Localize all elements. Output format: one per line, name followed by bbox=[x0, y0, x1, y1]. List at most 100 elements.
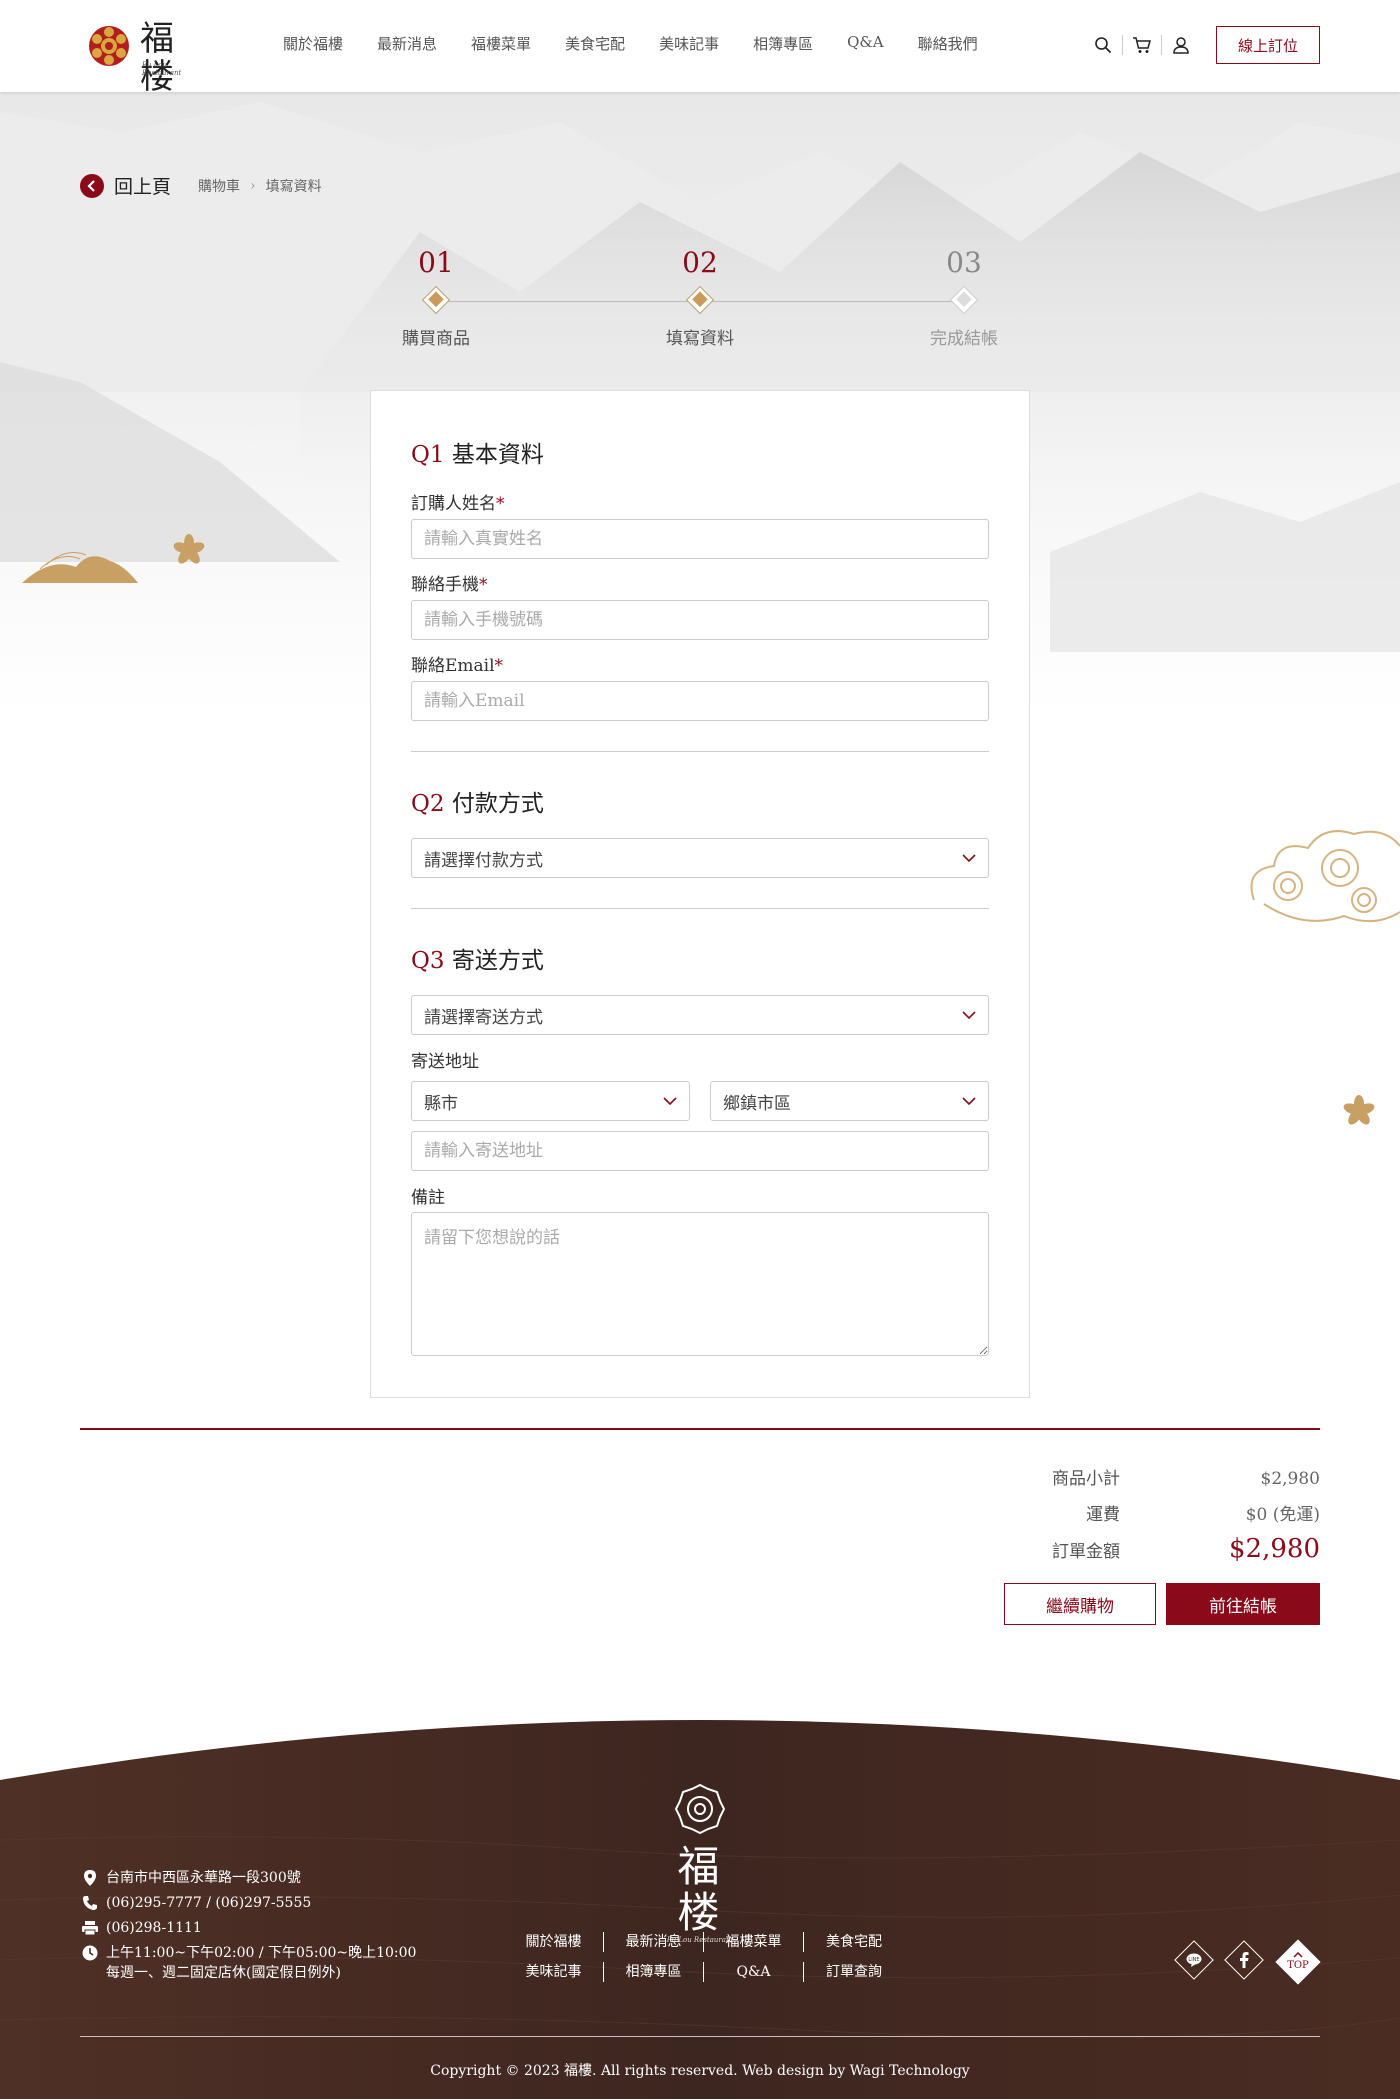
step-number: 02 bbox=[682, 246, 718, 279]
back-to-top-button[interactable]: TOP bbox=[1275, 1939, 1321, 1985]
subtotal-label: 商品小計 bbox=[1052, 1469, 1120, 1489]
line-icon[interactable]: LINE bbox=[1174, 1940, 1214, 1980]
name-label: 訂購人姓名* bbox=[411, 489, 505, 514]
nav-about[interactable]: 關於福樓 bbox=[283, 33, 343, 54]
flower-icon bbox=[1343, 1095, 1375, 1125]
required-mark: * bbox=[496, 494, 505, 514]
cart-icon[interactable] bbox=[1131, 34, 1153, 56]
header-divider bbox=[1122, 35, 1123, 55]
phone-icon bbox=[80, 1893, 100, 1913]
footer-links: 關於福樓 最新消息 福樓菜單 美食宅配 美味記事 相簿專區 Q&A 訂單查詢 bbox=[504, 1932, 904, 1992]
fax-icon bbox=[80, 1918, 100, 1938]
section-title-q1: Q1 基本資料 bbox=[411, 435, 544, 469]
phone-text[interactable]: (06)295-7777 / (06)297-5555 bbox=[106, 1893, 311, 1913]
logo-text: 福楼 bbox=[140, 19, 176, 97]
social-links: LINE bbox=[1174, 1940, 1276, 1980]
footer-link-about[interactable]: 關於福樓 bbox=[504, 1932, 604, 1952]
header-divider bbox=[1161, 35, 1162, 55]
fax-row: (06)298-1111 bbox=[80, 1918, 416, 1938]
email-label: 聯絡Email* bbox=[411, 651, 503, 676]
chevron-down-icon bbox=[962, 1011, 976, 1019]
district-select[interactable]: 鄉鎮市區 bbox=[710, 1081, 989, 1121]
fax-text: (06)298-1111 bbox=[106, 1920, 202, 1936]
note-label: 備註 bbox=[411, 1188, 445, 1208]
step-diamond-icon bbox=[421, 285, 451, 315]
step-label: 填寫資料 bbox=[666, 329, 734, 349]
breadcrumb-current: 填寫資料 bbox=[265, 179, 322, 195]
logo-subtitle: Fu Lou Restaurant bbox=[142, 61, 182, 77]
shipping-fee-value: $0 (免運) bbox=[1245, 1505, 1320, 1525]
back-to-top-label: TOP bbox=[1287, 1959, 1309, 1971]
total-row: 訂單金額 $2,980 bbox=[1000, 1534, 1320, 1564]
address-text: 台南市中西區永華路一段300號 bbox=[106, 1870, 301, 1886]
footer-link-news[interactable]: 最新消息 bbox=[604, 1932, 704, 1952]
required-mark: * bbox=[479, 575, 488, 595]
shipping-fee-row: 運費 $0 (免運) bbox=[1000, 1500, 1320, 1525]
name-input[interactable] bbox=[411, 519, 989, 559]
logo-emblem-icon bbox=[89, 26, 129, 66]
label-text: 聯絡手機 bbox=[411, 575, 479, 595]
main-nav: 關於福樓 最新消息 福樓菜單 美食宅配 美味記事 相簿專區 Q&A 聯絡我們 bbox=[266, 33, 995, 54]
section-title-text: 付款方式 bbox=[451, 791, 544, 817]
section-divider bbox=[411, 908, 989, 909]
section-prefix: Q3 bbox=[411, 948, 445, 974]
site-header: 福楼 Fu Lou Restaurant 關於福樓 最新消息 福樓菜單 美食宅配… bbox=[0, 0, 1400, 96]
phone-label: 聯絡手機* bbox=[411, 570, 488, 595]
nav-blog[interactable]: 美味記事 bbox=[659, 33, 719, 54]
city-select[interactable]: 縣市 bbox=[411, 1081, 690, 1121]
nav-delivery[interactable]: 美食宅配 bbox=[565, 33, 625, 54]
step-diamond-icon bbox=[949, 285, 979, 315]
gold-hill-ornament bbox=[22, 552, 138, 583]
online-booking-button[interactable]: 線上訂位 bbox=[1216, 26, 1320, 64]
copyright: Copyright © 2023 福樓. All rights reserved… bbox=[430, 2063, 970, 2079]
continue-shopping-button[interactable]: 繼續購物 bbox=[1004, 1583, 1156, 1625]
footer-emblem-icon bbox=[674, 1783, 726, 1835]
back-button[interactable]: 回上頁 bbox=[80, 172, 171, 199]
back-label: 回上頁 bbox=[114, 176, 172, 198]
footer-link-qa[interactable]: Q&A bbox=[704, 1962, 804, 1982]
logo[interactable]: 福楼 Fu Lou Restaurant bbox=[86, 20, 204, 96]
section-divider bbox=[411, 751, 989, 752]
step-1: 01 購買商品 bbox=[370, 245, 502, 349]
checkout-steps: 01 購買商品 02 填寫資料 03 完成結帳 bbox=[370, 245, 1030, 355]
section-title-q3: Q3 寄送方式 bbox=[411, 941, 544, 975]
chevron-down-icon bbox=[962, 854, 976, 862]
svg-text:LINE: LINE bbox=[1188, 1957, 1199, 1963]
chevron-down-icon bbox=[663, 1097, 677, 1105]
shipping-method-select[interactable]: 請選擇寄送方式 bbox=[411, 995, 989, 1035]
site-footer: 福楼 Fu Lou Restaurant 台南市中西區永華路一段300號 (06… bbox=[0, 1700, 1400, 2099]
footer-link-album[interactable]: 相簿專區 bbox=[604, 1962, 704, 1982]
select-value: 鄉鎮市區 bbox=[723, 1093, 791, 1114]
phone-input[interactable] bbox=[411, 600, 989, 640]
contact-info: 台南市中西區永華路一段300號 (06)295-7777 / (06)297-5… bbox=[80, 1868, 416, 1988]
section-title-q2: Q2 付款方式 bbox=[411, 784, 544, 818]
footer-link-order-query[interactable]: 訂單查詢 bbox=[804, 1962, 904, 1982]
note-textarea[interactable] bbox=[411, 1212, 989, 1356]
location-pin-icon bbox=[80, 1868, 100, 1888]
breadcrumb-cart[interactable]: 購物車 bbox=[198, 176, 240, 196]
nav-menu[interactable]: 福樓菜單 bbox=[471, 33, 531, 54]
step-number: 01 bbox=[418, 246, 454, 279]
summary-divider bbox=[80, 1428, 1320, 1430]
footer-logo[interactable]: 福楼 Fu Lou Restaurant bbox=[660, 1782, 740, 1944]
chevron-right-icon: › bbox=[250, 178, 256, 194]
nav-qa[interactable]: Q&A bbox=[847, 33, 883, 54]
email-input[interactable] bbox=[411, 681, 989, 721]
footer-link-menu[interactable]: 福樓菜單 bbox=[704, 1932, 804, 1952]
section-prefix: Q1 bbox=[411, 442, 445, 468]
footer-link-blog[interactable]: 美味記事 bbox=[504, 1962, 604, 1982]
nav-news[interactable]: 最新消息 bbox=[377, 33, 437, 54]
address-input[interactable] bbox=[411, 1131, 989, 1171]
user-icon[interactable] bbox=[1170, 34, 1192, 56]
step-label: 完成結帳 bbox=[930, 329, 998, 349]
footer-link-delivery[interactable]: 美食宅配 bbox=[804, 1932, 904, 1952]
checkout-button[interactable]: 前往結帳 bbox=[1166, 1583, 1320, 1625]
section-prefix: Q2 bbox=[411, 791, 445, 817]
facebook-icon[interactable] bbox=[1224, 1940, 1264, 1980]
nav-album[interactable]: 相簿專區 bbox=[753, 33, 813, 54]
search-icon[interactable] bbox=[1092, 34, 1114, 56]
payment-method-select[interactable]: 請選擇付款方式 bbox=[411, 838, 989, 878]
chevron-left-icon bbox=[80, 173, 104, 198]
shipping-fee-label: 運費 bbox=[1086, 1505, 1120, 1525]
nav-contact[interactable]: 聯絡我們 bbox=[918, 33, 978, 54]
